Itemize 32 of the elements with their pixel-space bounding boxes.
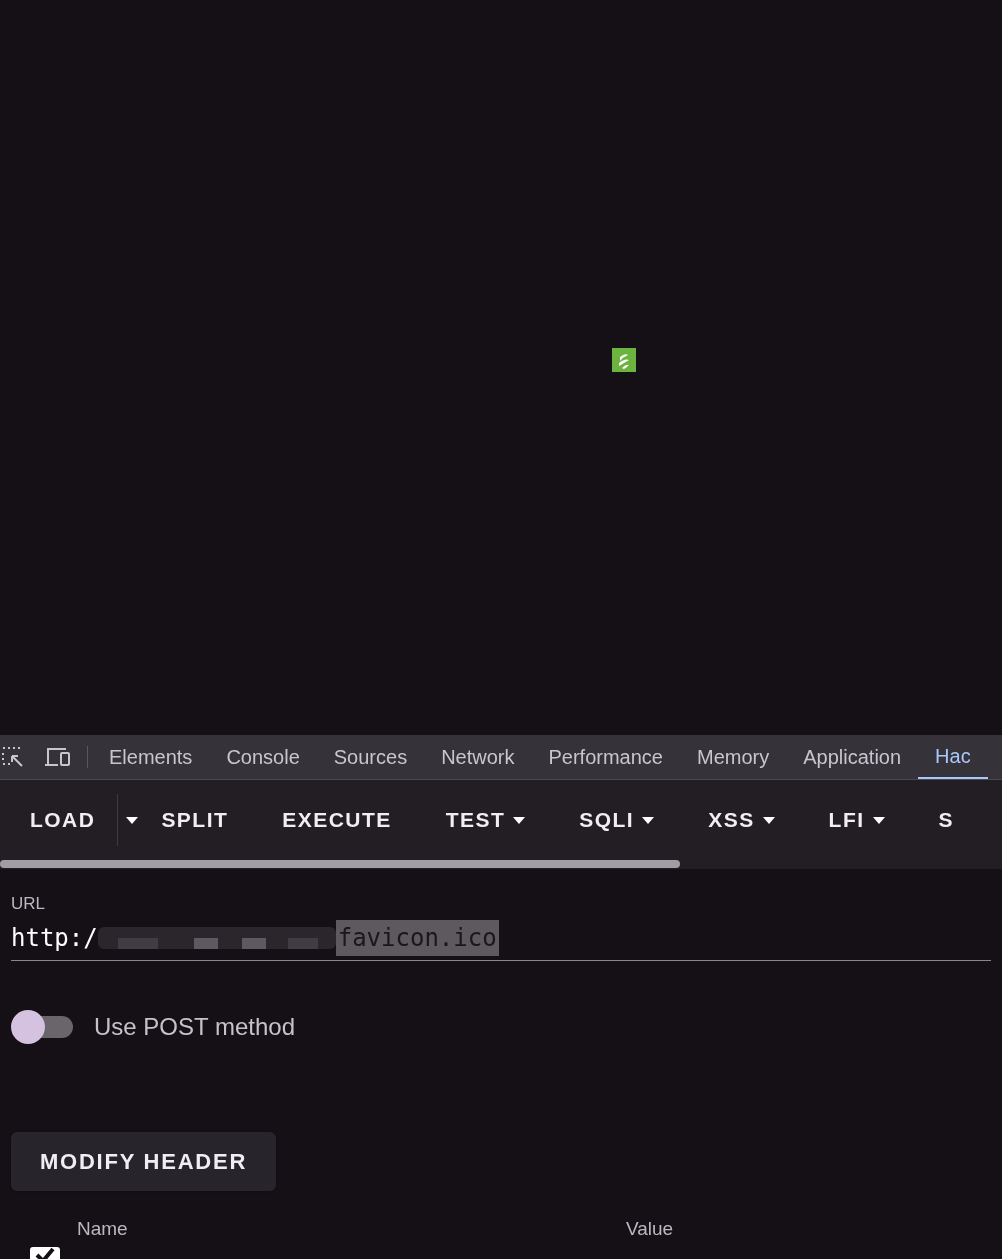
toolbar-button[interactable]: TEST (418, 780, 553, 860)
caret-icon (513, 816, 526, 824)
favicon-icon (612, 348, 636, 372)
devtools-tab[interactable]: Console (209, 735, 317, 779)
devtools-tab[interactable]: Elements (92, 735, 210, 779)
toolbar-button[interactable]: LFI (801, 780, 912, 860)
toggle-label: Use POST method (94, 1011, 295, 1042)
devtools-tab[interactable]: Sources (316, 735, 425, 779)
toggle-switch[interactable] (11, 1009, 74, 1044)
caret-icon (642, 816, 655, 824)
url-field[interactable]: http:/ favicon.ico (11, 916, 991, 961)
caret-icon (762, 816, 775, 824)
modify-header-button[interactable]: MODIFY HEADER (11, 1131, 277, 1191)
device-icon[interactable] (44, 746, 72, 768)
devtools-tab[interactable]: Application (786, 735, 919, 779)
scrollbar[interactable] (0, 860, 680, 868)
toolbar-button[interactable]: LOAD (0, 780, 118, 860)
caret-icon (872, 816, 885, 824)
toolbar-button[interactable]: SQLI (552, 780, 682, 860)
devtools-tab[interactable]: Performance (531, 735, 680, 779)
toolbar-button[interactable]: SPLIT (134, 780, 256, 860)
caret-icon (126, 816, 139, 824)
devtools-tab[interactable]: Memory (680, 735, 787, 779)
toolbar-button[interactable]: S (911, 780, 981, 860)
toolbar-button[interactable]: EXECUTE (255, 780, 419, 860)
column-header: Name (77, 1216, 129, 1241)
url-label: URL (11, 893, 45, 915)
toolbar-button[interactable]: XSS (681, 780, 802, 860)
inspect-icon[interactable] (1, 745, 25, 769)
checkmark-icon (35, 1247, 55, 1259)
devtools-tab[interactable]: Network (424, 735, 532, 779)
column-header: Value (626, 1216, 674, 1241)
